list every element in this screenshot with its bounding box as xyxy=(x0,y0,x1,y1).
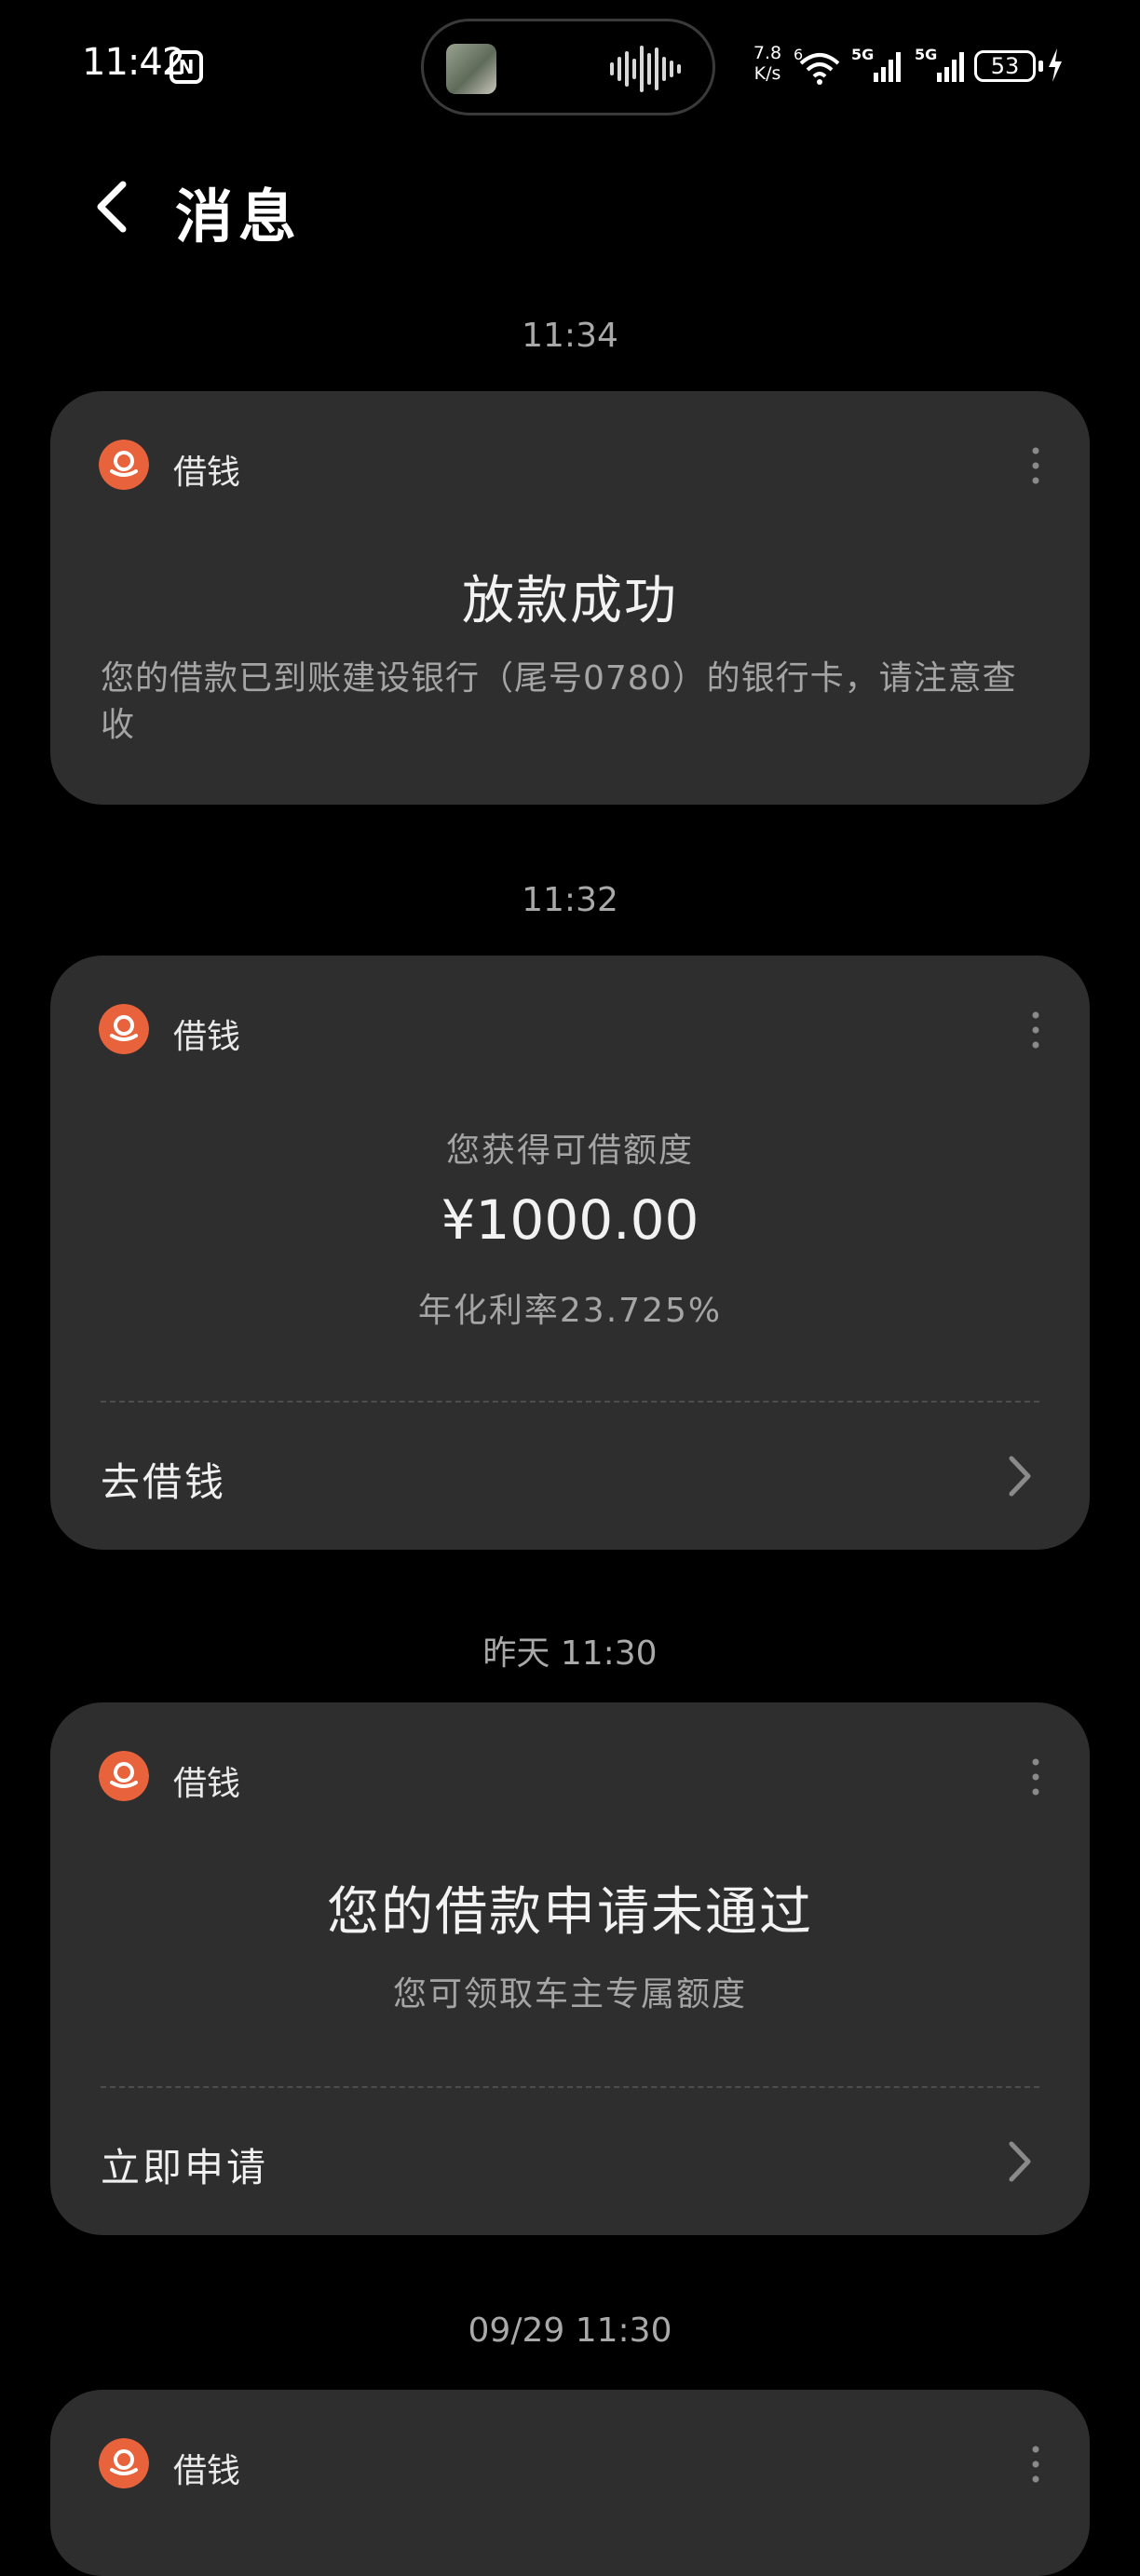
card-header: 借钱 xyxy=(99,1004,1041,1056)
network-speed: 7.8 K/s xyxy=(753,43,782,84)
more-vertical-icon[interactable] xyxy=(1030,2444,1041,2485)
credit-label: 您获得可借额度 xyxy=(445,1132,694,1170)
chevron-left-icon[interactable] xyxy=(89,179,134,235)
interest-rate: 年化利率23.725% xyxy=(417,1292,723,1330)
message-card[interactable]: 借钱 放款成功 您的借款已到账建设银行（尾号0780）的银行卡，请注意查收 xyxy=(50,391,1090,805)
card-body: 您的借款已到账建设银行（尾号0780）的银行卡，请注意查收 xyxy=(101,659,1017,744)
card-title: 放款成功 xyxy=(462,571,678,631)
message-timestamp: 09/29 11:30 xyxy=(468,2312,672,2350)
app-logo-icon xyxy=(99,440,149,490)
svg-text:5G: 5G xyxy=(851,46,874,63)
card-header: 借钱 xyxy=(99,440,1041,492)
wifi-icon: 6 xyxy=(794,46,840,85)
credit-amount: ¥1000.00 xyxy=(441,1188,699,1252)
card-header: 借钱 xyxy=(99,1751,1041,1803)
message-timestamp: 昨天 11:30 xyxy=(482,1634,658,1673)
page-header: 消息 xyxy=(0,158,1140,251)
card-subtitle: 您可领取车主专属额度 xyxy=(392,1975,747,2013)
apply-now-button[interactable]: 立即申请 xyxy=(101,2125,1039,2200)
app-logo-icon xyxy=(99,1004,149,1054)
app-name: 借钱 xyxy=(173,454,241,492)
card-divider xyxy=(101,2086,1039,2088)
message-card[interactable]: 借钱 您的借款申请未通过 您可领取车主专属额度 立即申请 xyxy=(50,1702,1090,2235)
app-name: 借钱 xyxy=(173,1018,241,1056)
dynamic-island[interactable] xyxy=(421,19,715,115)
card-header: 借钱 xyxy=(99,2438,1041,2490)
card-title: 您的借款申请未通过 xyxy=(327,1882,813,1943)
nfc-icon: N xyxy=(170,50,203,84)
message-card[interactable]: 借钱 您获得可借额度 ¥1000.00 年化利率23.725% 去借钱 xyxy=(50,956,1090,1550)
battery-terminal xyxy=(1038,61,1043,72)
page-title: 消息 xyxy=(175,183,303,251)
app-logo-icon xyxy=(99,2438,149,2488)
more-vertical-icon[interactable] xyxy=(1030,1756,1041,1797)
app-name: 借钱 xyxy=(173,2452,241,2490)
more-vertical-icon[interactable] xyxy=(1030,1010,1041,1051)
status-bar: 11:42 N 7.8 K/s 6 5G 5G 53 xyxy=(0,0,1140,140)
signal-sim2-icon: 5G xyxy=(915,46,964,82)
action-label: 立即申请 xyxy=(101,2145,269,2190)
signal-sim1-icon: 5G xyxy=(851,46,901,82)
card-divider xyxy=(101,1401,1039,1403)
app-logo-icon xyxy=(99,1751,149,1801)
borrow-now-button[interactable]: 去借钱 xyxy=(101,1440,1039,1514)
audio-wave-icon xyxy=(610,46,681,92)
chevron-right-icon xyxy=(1009,1456,1031,1497)
media-thumbnail xyxy=(446,44,496,94)
battery-level: 53 xyxy=(990,53,1020,79)
app-name: 借钱 xyxy=(173,1765,241,1803)
status-icons: 7.8 K/s 6 5G 5G 53 xyxy=(747,43,1064,89)
message-timestamp: 11:34 xyxy=(522,317,618,355)
svg-text:5G: 5G xyxy=(915,46,937,63)
charging-bolt-icon xyxy=(1049,48,1062,82)
action-label: 去借钱 xyxy=(101,1459,227,1505)
message-timestamp: 11:32 xyxy=(522,881,618,919)
message-card[interactable]: 借钱 xyxy=(50,2390,1090,2576)
more-vertical-icon[interactable] xyxy=(1030,445,1041,486)
chevron-right-icon xyxy=(1009,2141,1031,2182)
battery-icon: 53 xyxy=(974,50,1036,82)
